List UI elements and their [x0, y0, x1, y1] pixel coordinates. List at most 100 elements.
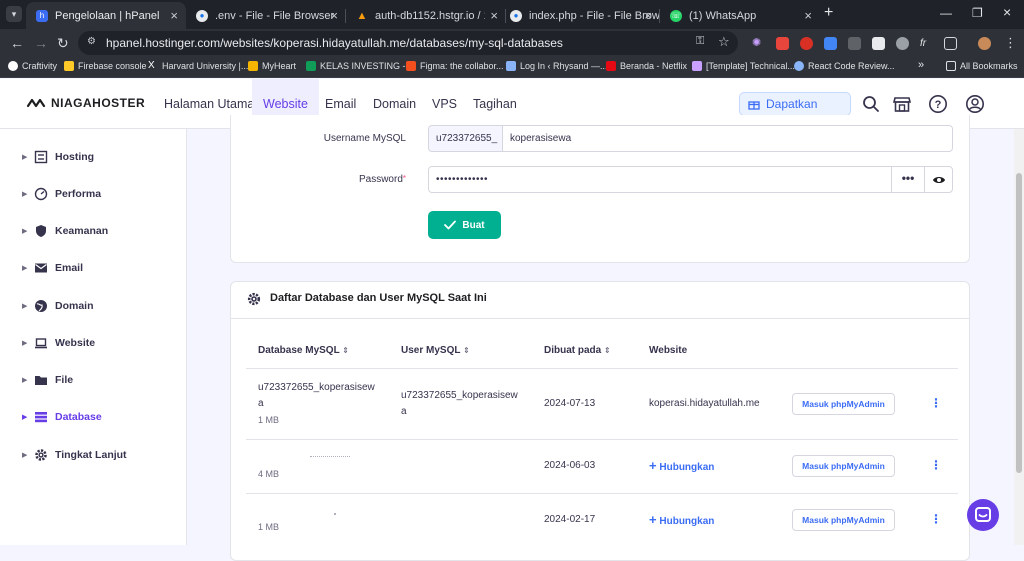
store-icon[interactable] — [892, 94, 912, 114]
all-bookmarks-folder[interactable]: All Bookmarks — [946, 61, 1018, 71]
password-input[interactable]: ••••••••••••• — [428, 166, 892, 193]
generate-password-button[interactable]: ••• — [891, 166, 925, 193]
browser-tab-phpmyadmin[interactable]: ▲ auth-db1152.hstgr.io / 127.0.0... × — [346, 2, 506, 29]
column-header-database[interactable]: Database MySQL ⇕ — [258, 345, 349, 356]
sidebar-item-domain[interactable]: ▶ Domain — [22, 297, 94, 315]
bookmark-item[interactable]: Firebase console — [64, 61, 147, 71]
extension-icon[interactable] — [848, 37, 861, 50]
extensions-puzzle-icon[interactable] — [944, 37, 957, 50]
bookmark-item[interactable]: [Template] Technical... — [692, 61, 795, 71]
sidebar-item-hosting[interactable]: ▶ Hosting — [22, 148, 94, 166]
username-input[interactable]: koperasisewa — [502, 125, 953, 152]
close-window-button[interactable]: × — [1003, 4, 1011, 20]
table-divider — [246, 368, 958, 369]
sidebar-item-performa[interactable]: ▶ Performa — [22, 185, 101, 203]
username-prefix: u723372655_ — [428, 125, 503, 152]
reload-icon[interactable]: ↻ — [57, 35, 69, 52]
browser-tab-index[interactable]: ● index.php - File - File Browser × — [500, 2, 660, 29]
more-options-icon[interactable]: ⋮ — [930, 458, 942, 472]
account-icon[interactable] — [965, 94, 985, 114]
show-password-button[interactable] — [924, 166, 953, 193]
connect-website-link[interactable]: + Hubungkan — [649, 512, 714, 527]
close-tab-icon[interactable]: × — [330, 8, 338, 23]
website-link[interactable]: koperasi.hidayatullah.me — [649, 396, 760, 412]
forward-arrow-icon[interactable]: → — [34, 35, 48, 51]
hosting-icon — [34, 150, 48, 164]
sidebar-item-database[interactable]: ▶ Database — [22, 408, 102, 426]
sidebar-item-email[interactable]: ▶ Email — [22, 259, 83, 277]
database-size: 1 MB — [258, 522, 280, 532]
extension-icon[interactable]: fr — [920, 37, 933, 50]
bookmark-item[interactable]: Figma: the collabor... — [406, 61, 504, 71]
close-tab-icon[interactable]: × — [644, 8, 652, 23]
column-header-created[interactable]: Dibuat pada ⇕ — [544, 345, 611, 356]
sidebar-item-keamanan[interactable]: ▶ Keamanan — [22, 222, 108, 240]
address-bar[interactable]: ⚙ hpanel.hostinger.com/websites/koperasi… — [78, 31, 738, 55]
more-bookmarks-chevron-icon[interactable]: » — [918, 59, 924, 71]
browser-menu-icon[interactable]: ⋮ — [1004, 35, 1017, 51]
close-tab-icon[interactable]: × — [170, 8, 178, 23]
create-button[interactable]: Buat — [428, 211, 501, 239]
extension-icon[interactable] — [896, 37, 909, 50]
chat-icon — [975, 507, 991, 522]
extension-icon[interactable] — [872, 37, 885, 50]
sidebar-item-label: Email — [55, 262, 84, 274]
bookmark-item[interactable]: React Code Review... — [794, 61, 895, 71]
site-info-icon[interactable]: ⚙ — [87, 36, 96, 47]
settings-gear-icon — [247, 292, 261, 306]
more-options-icon[interactable]: ⋮ — [930, 512, 942, 526]
sidebar-item-file[interactable]: ▶ File — [22, 371, 73, 389]
scrollbar-thumb[interactable] — [1016, 173, 1022, 473]
sidebar-item-tingkat-lanjut[interactable]: ▶ Tingkat Lanjut — [22, 446, 127, 464]
sidebar-item-website[interactable]: ▶ Website — [22, 334, 95, 352]
bookmark-star-icon[interactable]: ☆ — [718, 34, 730, 50]
phpmyadmin-button[interactable]: Masuk phpMyAdmin — [792, 455, 895, 477]
bookmark-item[interactable]: MyHeart — [248, 61, 296, 71]
browser-tab-whatsapp[interactable]: ☏ (1) WhatsApp × — [660, 2, 820, 29]
brand-logo[interactable]: NIAGAHOSTER — [27, 96, 145, 110]
search-icon[interactable] — [861, 94, 881, 114]
help-icon[interactable]: ? — [928, 94, 948, 114]
dots-icon: ••• — [901, 171, 915, 185]
sidebar-item-label: Keamanan — [55, 225, 109, 237]
file-browser-icon: ● — [510, 9, 522, 22]
card-divider — [231, 318, 969, 319]
browser-tab-hpanel[interactable]: h Pengelolaan | hPanel × — [26, 2, 186, 29]
bookmark-item[interactable]: Log In ‹ Rhysand —... — [506, 61, 608, 71]
commission-button[interactable]: Dapatkan Komisi — [739, 92, 851, 133]
bookmark-item[interactable]: X Harvard University |... — [148, 61, 248, 72]
column-header-user[interactable]: User MySQL ⇕ — [401, 345, 470, 356]
new-tab-button[interactable]: + — [824, 4, 833, 22]
bookmark-item[interactable]: Craftivity — [8, 61, 57, 71]
extension-icon[interactable] — [776, 37, 789, 50]
caret-right-icon: ▶ — [22, 340, 28, 347]
database-name — [310, 456, 350, 457]
tab-search-button[interactable]: ▾ — [6, 6, 22, 22]
bookmark-item[interactable]: KELAS INVESTING -... — [306, 61, 413, 71]
password-label: Password* — [300, 174, 406, 185]
restore-button[interactable]: ❐ — [972, 6, 983, 20]
sort-icon: ⇕ — [342, 346, 349, 355]
page-scrollbar[interactable] — [1014, 129, 1024, 545]
extension-icon[interactable] — [800, 37, 813, 50]
file-browser-icon: ● — [196, 9, 208, 22]
extension-icon[interactable]: ✺ — [752, 37, 765, 50]
bookmark-item[interactable]: Beranda - Netflix — [606, 61, 687, 71]
close-tab-icon[interactable]: × — [804, 8, 812, 23]
browser-tab-env[interactable]: ● .env - File - File Browser × — [186, 2, 346, 29]
extension-icon[interactable] — [824, 37, 837, 50]
password-label-text: Password — [358, 174, 403, 185]
database-list-title: Daftar Database dan User MySQL Saat Ini — [270, 292, 487, 304]
back-arrow-icon[interactable]: ← — [10, 35, 24, 51]
phpmyadmin-button[interactable]: Masuk phpMyAdmin — [792, 393, 895, 415]
minimize-button[interactable]: — — [940, 6, 952, 20]
more-options-icon[interactable]: ⋮ — [930, 396, 942, 410]
required-marker: * — [402, 174, 406, 183]
close-tab-icon[interactable]: × — [490, 8, 498, 23]
password-key-icon[interactable]: ⚿ — [696, 35, 704, 48]
profile-avatar[interactable] — [978, 37, 991, 50]
database-name: u723372655_koperasisewa — [258, 382, 375, 409]
live-chat-button[interactable] — [967, 499, 999, 531]
phpmyadmin-button[interactable]: Masuk phpMyAdmin — [792, 509, 895, 531]
connect-website-link[interactable]: + Hubungkan — [649, 458, 714, 473]
